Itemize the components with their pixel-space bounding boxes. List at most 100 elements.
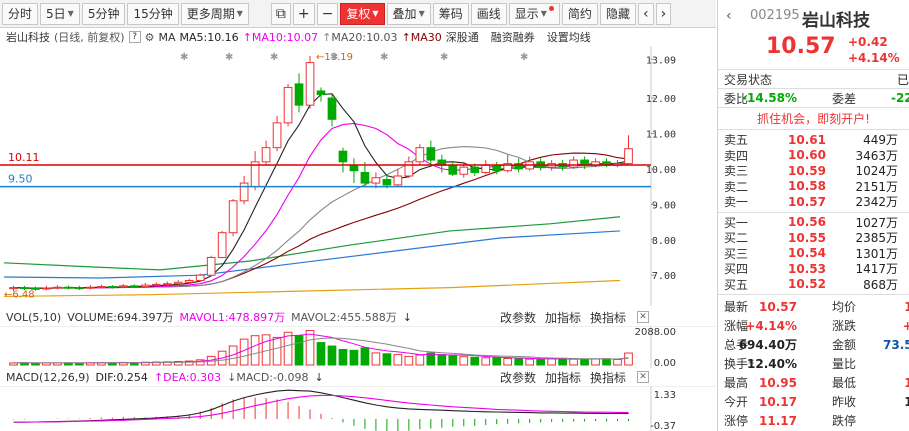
stat-l2: 最低 xyxy=(832,376,857,390)
sell-row[interactable]: 卖四 10.60 3463万 xyxy=(718,148,909,164)
toolbar-label: 5分钟 xyxy=(87,6,120,21)
stat-v1: 11.17 xyxy=(759,413,797,428)
event-star-icon: ✱ xyxy=(330,52,338,63)
stat-l2: 金额 xyxy=(832,338,857,352)
sell-price: 10.57 xyxy=(788,194,826,209)
macd-close-icon[interactable]: ✕ xyxy=(637,371,649,383)
candle-body xyxy=(316,90,326,96)
link-set-ma[interactable]: 设置均线 xyxy=(547,29,591,45)
volume-bar xyxy=(514,358,524,366)
volume-bar xyxy=(316,342,326,366)
sell-volume: 3463万 xyxy=(855,148,898,163)
vol-add-indicator-button[interactable]: 加指标 xyxy=(545,309,581,326)
candle-body xyxy=(492,164,502,172)
buy-volume: 1417万 xyxy=(855,262,898,277)
volume-bar xyxy=(448,355,458,366)
volume-bar xyxy=(327,345,337,366)
open-account-link[interactable]: 抓住机会，即刻开户! xyxy=(718,108,909,130)
nav-left-icon[interactable]: ‹ xyxy=(637,2,654,25)
vol-close-icon[interactable]: ✕ xyxy=(637,311,649,323)
macd-chart[interactable]: 1.33 -0.37 xyxy=(0,386,716,431)
toolbar-items2-0[interactable]: 复权 ▼ xyxy=(340,2,385,25)
candle-body xyxy=(448,164,458,175)
stat-l2: 涨跌 xyxy=(832,319,857,333)
current-price: 10.57 xyxy=(766,34,836,59)
buy-row[interactable]: 买四 10.53 1417万 xyxy=(718,261,909,277)
macd-switch-indicator-button[interactable]: 换指标 xyxy=(590,369,626,386)
chart-mode-label: (日线, 前复权) xyxy=(54,31,125,44)
price-change-block: +0.42 +4.14% xyxy=(848,34,900,66)
sell-order-book: 卖五 10.61 449万 卖四 10.60 3463万 卖三 10.59 1024万 卖二 10.… xyxy=(718,130,909,213)
candle-body xyxy=(338,150,348,163)
toolbar-items2-3[interactable]: 画线 xyxy=(470,2,507,25)
candle-body xyxy=(9,287,18,290)
stat-l2: 量比 xyxy=(832,357,857,371)
buy-price: 10.55 xyxy=(788,230,826,245)
toolbar-items-2[interactable]: 5分钟 xyxy=(81,2,126,25)
ma5-line xyxy=(13,93,629,289)
macd-edit-params-button[interactable]: 改参数 xyxy=(500,369,536,386)
trade-status-label: 交易状态 xyxy=(724,72,773,87)
toolbar-label: 叠加 xyxy=(392,6,417,21)
link-margin[interactable]: 融资融券 xyxy=(491,29,535,45)
trade-status-value: 已收 xyxy=(896,72,909,87)
help-icon[interactable]: ? xyxy=(128,31,141,43)
zoom-out-icon[interactable]: − xyxy=(316,2,339,25)
toolbar-items2-5[interactable]: 简约 xyxy=(561,2,598,25)
buy-row[interactable]: 买三 10.54 1301万 xyxy=(718,246,909,262)
toolbar-items-3[interactable]: 15分钟 xyxy=(127,2,179,25)
buy-row[interactable]: 买二 10.55 2385万 xyxy=(718,230,909,246)
volume-bar xyxy=(547,358,556,366)
price-change-pct: +4.14% xyxy=(848,51,900,65)
price-axis-tick: 10.00 xyxy=(646,165,676,176)
stat-v1: 10.17 xyxy=(759,394,797,409)
sell-row[interactable]: 卖三 10.59 1024万 xyxy=(718,163,909,179)
toolbar-items2-4[interactable]: 显示 ▼ xyxy=(508,2,560,25)
ma30-arrow: ↑ xyxy=(401,30,411,44)
vol-mavol2: MAVOL2:455.588万 xyxy=(291,311,397,324)
candle-body xyxy=(360,171,370,184)
buy-row[interactable]: 买五 10.52 868万 xyxy=(718,277,909,293)
caret-down-icon: ▼ xyxy=(540,8,547,18)
stock-name-label: 岩山科技 xyxy=(6,31,50,44)
volume-chart[interactable]: 2088.00 0.00 xyxy=(0,326,716,368)
macd-add-indicator-button[interactable]: 加指标 xyxy=(545,369,581,386)
candle-body xyxy=(107,286,117,289)
toolbar-items-0[interactable]: 分时 xyxy=(2,2,39,25)
zoom-in-icon[interactable]: + xyxy=(292,2,315,25)
toolbar-items2-2[interactable]: 筹码 xyxy=(432,2,469,25)
window-icon[interactable]: ⧉ xyxy=(270,2,291,25)
stats-row: 最高 10.95 最低 10 xyxy=(718,373,909,392)
ma10-value: MA10:10.07 xyxy=(251,30,319,44)
toolbar-items-1[interactable]: 5日 ▼ xyxy=(40,2,80,25)
macd-dea-arrow: ↑ xyxy=(153,370,164,384)
stat-l1: 最高 xyxy=(724,376,749,390)
candlestick-chart[interactable]: 13.09 12.00 11.00 10.00 9.00 8.00 7.00 10.11 9.5… xyxy=(0,46,716,306)
candle-body xyxy=(239,182,249,202)
ma30-value: MA30 xyxy=(410,30,442,44)
caret-down-icon: ▼ xyxy=(418,8,425,18)
candle-body xyxy=(371,177,381,184)
sell-row[interactable]: 卖二 10.58 2151万 xyxy=(718,179,909,195)
link-shengu[interactable]: 深股通 xyxy=(446,29,479,45)
quote-panel: ‹ 002195 岩山科技 10.57 +0.42 +4.14% 交易状态 已收… xyxy=(717,0,909,431)
sell-row[interactable]: 卖一 10.57 2342万 xyxy=(718,194,909,210)
vol-edit-params-button[interactable]: 改参数 xyxy=(500,309,536,326)
back-arrow-icon[interactable]: ‹ xyxy=(726,8,732,24)
candle-body xyxy=(118,285,128,288)
settings-icon[interactable]: ⚙ xyxy=(145,31,155,44)
volume-bar xyxy=(613,358,622,366)
price-change: +0.42 xyxy=(848,35,888,49)
toolbar-items2-1[interactable]: 叠加 ▼ xyxy=(386,2,431,25)
low-price-marker: ←6.48 xyxy=(4,290,35,301)
ma5-value: MA5:10.16 xyxy=(179,30,239,44)
stats-row: 总手694.40万金额73.50 xyxy=(718,335,909,354)
buy-row[interactable]: 买一 10.56 1027万 xyxy=(718,215,909,231)
volume-bar xyxy=(393,354,403,366)
candle-body xyxy=(426,147,436,161)
toolbar-items-4[interactable]: 更多周期 ▼ xyxy=(180,2,249,25)
vol-switch-indicator-button[interactable]: 换指标 xyxy=(590,309,626,326)
toolbar-items2-6[interactable]: 隐藏 xyxy=(599,2,636,25)
sell-row[interactable]: 卖五 10.61 449万 xyxy=(718,132,909,148)
nav-right-icon[interactable]: › xyxy=(655,2,672,25)
